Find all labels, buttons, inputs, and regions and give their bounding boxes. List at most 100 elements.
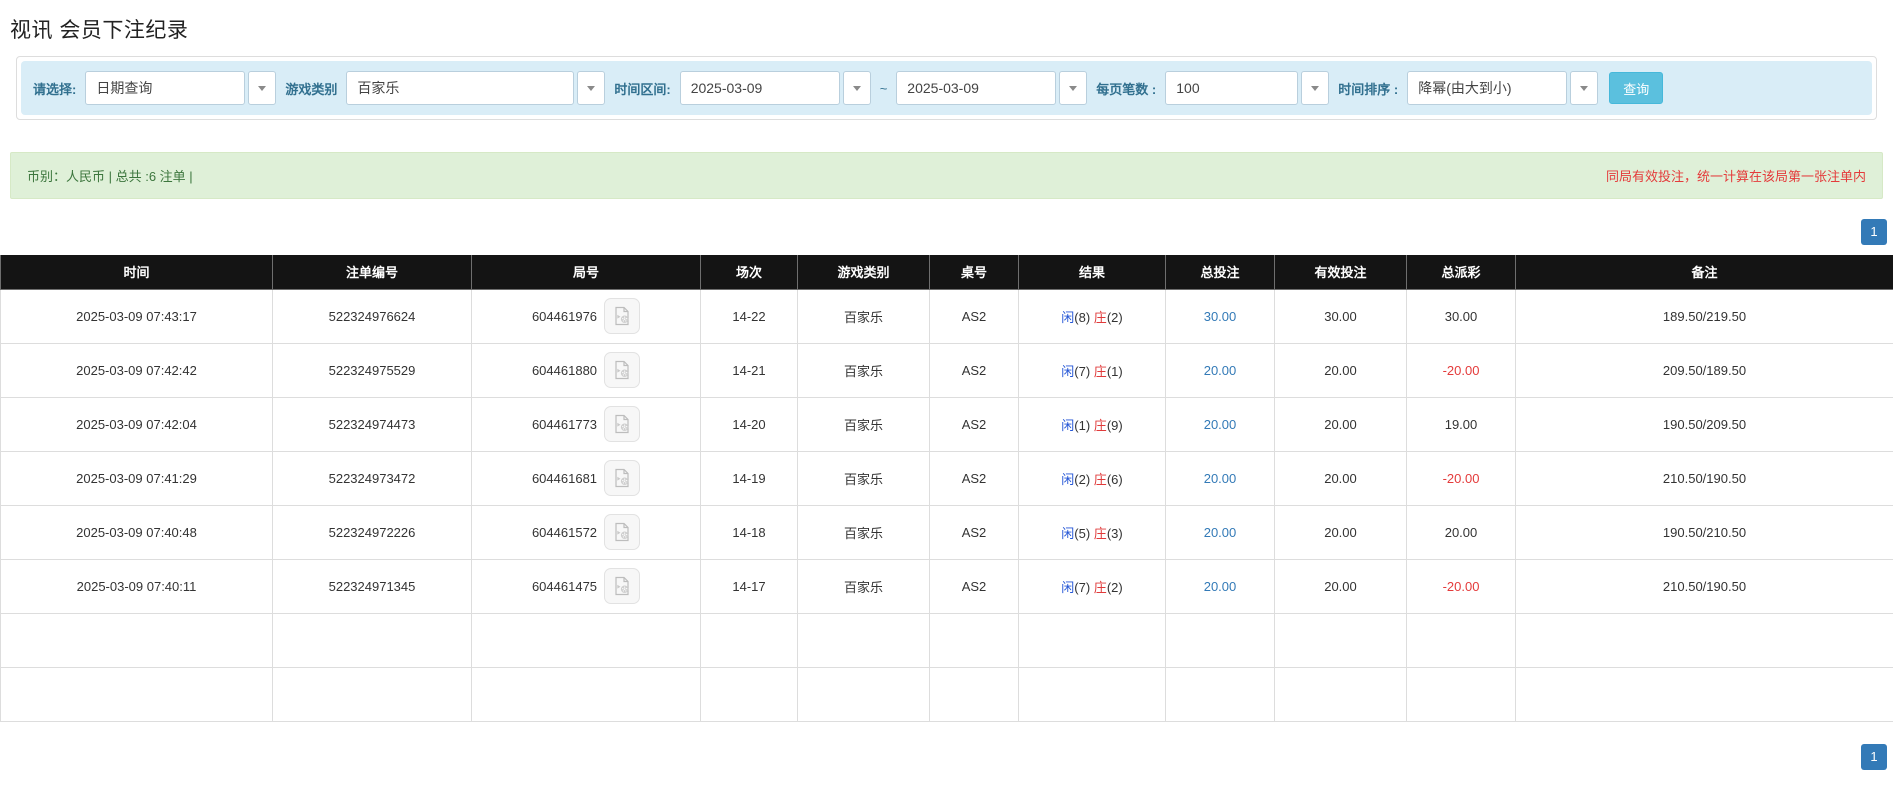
cell-game-type — [797, 666, 930, 722]
cell-remark: 210.50/190.50 — [1515, 558, 1893, 614]
column-header: 总投注 — [1165, 255, 1275, 290]
game-type-value[interactable]: 百家乐 — [346, 71, 575, 105]
cell-payout: -20.00 — [1406, 450, 1516, 506]
cell-time: 2025-03-09 07:40:11 — [0, 558, 273, 614]
video-replay-icon[interactable] — [604, 568, 641, 604]
chevron-down-icon — [852, 85, 861, 91]
result-player: 闲 — [1061, 471, 1075, 487]
cell-result: 闲(5) 庄(3) — [1018, 504, 1166, 560]
round-wrap: 604461681 — [472, 460, 700, 496]
bet-records-table: 时间 注单编号 局号 场次 游戏类别 桌号 结果 总投注 有效投注 总派彩 备注 2025-03-0… — [0, 255, 1893, 722]
total-bet-link[interactable]: 20.00 — [1204, 363, 1237, 378]
page-button[interactable]: 1 — [1861, 219, 1887, 245]
page-button[interactable]: 1 — [1861, 743, 1887, 770]
round-id: 604461880 — [531, 362, 598, 378]
total-bet-link[interactable]: 20.00 — [1204, 471, 1237, 486]
chevron-down-icon[interactable] — [842, 71, 871, 105]
summary-total-bet: 130.00 — [1165, 612, 1275, 668]
cell-total-bet: 20.00 — [1165, 558, 1275, 614]
chevron-down-icon[interactable] — [1570, 71, 1599, 105]
result-banker: 庄 — [1093, 471, 1107, 487]
date-to-value[interactable]: 2025-03-09 — [896, 71, 1057, 105]
summary-label: 总计 — [0, 666, 273, 722]
chevron-down-icon[interactable] — [248, 71, 277, 105]
cell-bet-id: 522324972226 — [272, 504, 472, 560]
result-player: 闲 — [1061, 363, 1075, 379]
cell-session: 14-22 — [700, 288, 798, 344]
cell-payout: -20.00 — [1406, 558, 1516, 614]
result-player-score: (1) — [1074, 417, 1094, 433]
chevron-down-icon[interactable] — [1301, 71, 1330, 105]
cell-session: 14-18 — [700, 504, 798, 560]
result-player-score: (5) — [1074, 525, 1094, 541]
page-size-value[interactable]: 100 — [1165, 71, 1299, 105]
video-replay-icon[interactable] — [604, 514, 641, 550]
column-header: 有效投注 — [1274, 255, 1407, 290]
cell-game-type: 百家乐 — [797, 288, 930, 344]
table-row: 2025-03-09 07:42:42 522324975529 604461880… — [0, 342, 1893, 398]
cell-table-no: AS2 — [929, 288, 1019, 344]
total-bet-link[interactable]: 30.00 — [1204, 309, 1237, 324]
total-bet-link[interactable]: 20.00 — [1204, 417, 1237, 432]
game-type-label: 游戏类别 — [285, 81, 338, 97]
result-banker: 庄 — [1093, 579, 1107, 595]
query-button[interactable]: 查询 — [1609, 72, 1664, 104]
cell-valid-bet: 20.00 — [1274, 342, 1407, 398]
cell-game-type: 百家乐 — [797, 342, 930, 398]
cell-payout: -20.00 — [1406, 342, 1516, 398]
video-replay-icon[interactable] — [604, 352, 641, 388]
table-row: 2025-03-09 07:43:17 522324976624 604461976… — [0, 288, 1893, 344]
cell-time: 2025-03-09 07:43:17 — [0, 288, 273, 344]
summary-count: 6 — [272, 612, 472, 668]
result-banker-score: (1) — [1106, 363, 1123, 379]
time-sort-value[interactable]: 降幂(由大到小) — [1407, 71, 1568, 105]
date-from-value[interactable]: 2025-03-09 — [679, 71, 840, 105]
result-player: 闲 — [1061, 525, 1075, 541]
notice-text: 同局有效投注，统一计算在该局第一张注单内 — [1605, 169, 1866, 184]
summary-payout: 9.00 — [1406, 666, 1516, 722]
summary-bar: 币别：人民币 | 总共 :6 注单 | 同局有效投注，统一计算在该局第一张注单内 — [10, 152, 1883, 199]
result-player: 闲 — [1061, 417, 1075, 433]
currency-summary-text: 币别：人民币 | 总共 :6 注单 | — [27, 169, 193, 184]
chevron-down-icon[interactable] — [577, 71, 606, 105]
table-row: 2025-03-09 07:40:11 522324971345 604461475… — [0, 558, 1893, 614]
time-sort-dropdown[interactable]: 降幂(由大到小) — [1407, 71, 1599, 105]
column-header: 桌号 — [929, 255, 1019, 290]
video-replay-icon[interactable] — [604, 298, 641, 334]
cell-valid-bet: 20.00 — [1274, 396, 1407, 452]
round-wrap: 604461475 — [472, 568, 700, 604]
column-header: 结果 — [1018, 255, 1166, 290]
cell-session — [700, 666, 798, 722]
date-from-dropdown[interactable]: 2025-03-09 — [679, 71, 871, 105]
chevron-down-icon[interactable] — [1059, 71, 1088, 105]
cell-game-type: 百家乐 — [797, 450, 930, 506]
select-type-dropdown[interactable]: 日期查询 — [85, 71, 277, 105]
cell-total-bet: 20.00 — [1165, 342, 1275, 398]
cell-remark: 209.50/189.50 — [1515, 342, 1893, 398]
cell-valid-bet: 20.00 — [1274, 504, 1407, 560]
cell-game-type — [797, 612, 930, 668]
video-replay-icon[interactable] — [604, 460, 641, 496]
cell-table-no: AS2 — [929, 342, 1019, 398]
range-separator: ~ — [879, 80, 888, 96]
pagination-bottom: 1 — [0, 743, 1887, 770]
cell-time: 2025-03-09 07:42:42 — [0, 342, 273, 398]
cell-payout: 30.00 — [1406, 288, 1516, 344]
select-type-value[interactable]: 日期查询 — [85, 71, 246, 105]
video-replay-icon[interactable] — [604, 406, 641, 442]
cell-bet-id: 522324976624 — [272, 288, 472, 344]
result-banker-score: (2) — [1106, 309, 1123, 325]
cell-game-type: 百家乐 — [797, 396, 930, 452]
cell-remark — [1515, 612, 1893, 668]
cell-time: 2025-03-09 07:40:48 — [0, 504, 273, 560]
date-to-dropdown[interactable]: 2025-03-09 — [896, 71, 1088, 105]
round-id: 604461572 — [531, 524, 598, 540]
cell-valid-bet: 20.00 — [1274, 450, 1407, 506]
page-size-dropdown[interactable]: 100 — [1165, 71, 1330, 105]
round-wrap: 604461976 — [472, 298, 700, 334]
total-bet-link[interactable]: 20.00 — [1204, 525, 1237, 540]
cell-round: 604461681 — [471, 450, 701, 506]
game-type-dropdown[interactable]: 百家乐 — [346, 71, 606, 105]
total-bet-link[interactable]: 20.00 — [1204, 579, 1237, 594]
cell-session: 14-20 — [700, 396, 798, 452]
